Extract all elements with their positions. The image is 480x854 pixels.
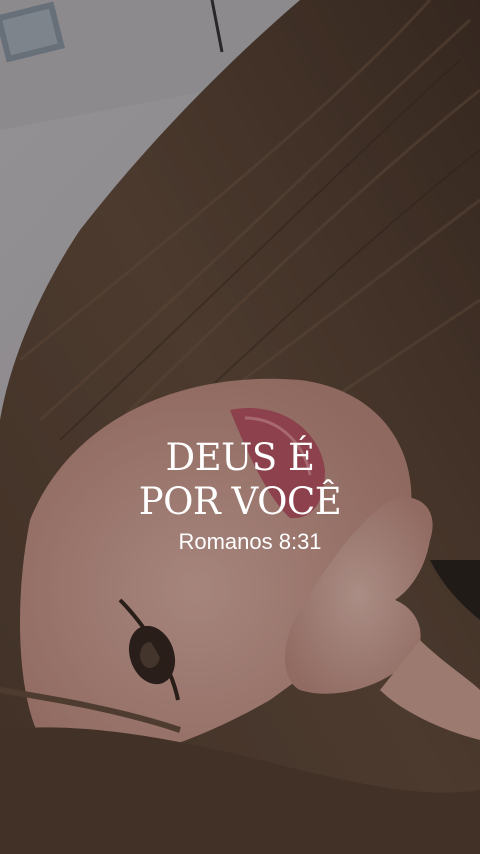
- verse-line-1: DEUS É: [165, 436, 315, 479]
- verse-caption: DEUS É POR VOCÊ Romanos 8:31: [0, 436, 480, 556]
- verse-reference: Romanos 8:31: [178, 529, 322, 554]
- story-canvas: DEUS É POR VOCÊ Romanos 8:31: [0, 0, 480, 854]
- verse-line-2: POR VOCÊ: [138, 480, 342, 523]
- dark-overlay: [0, 0, 480, 854]
